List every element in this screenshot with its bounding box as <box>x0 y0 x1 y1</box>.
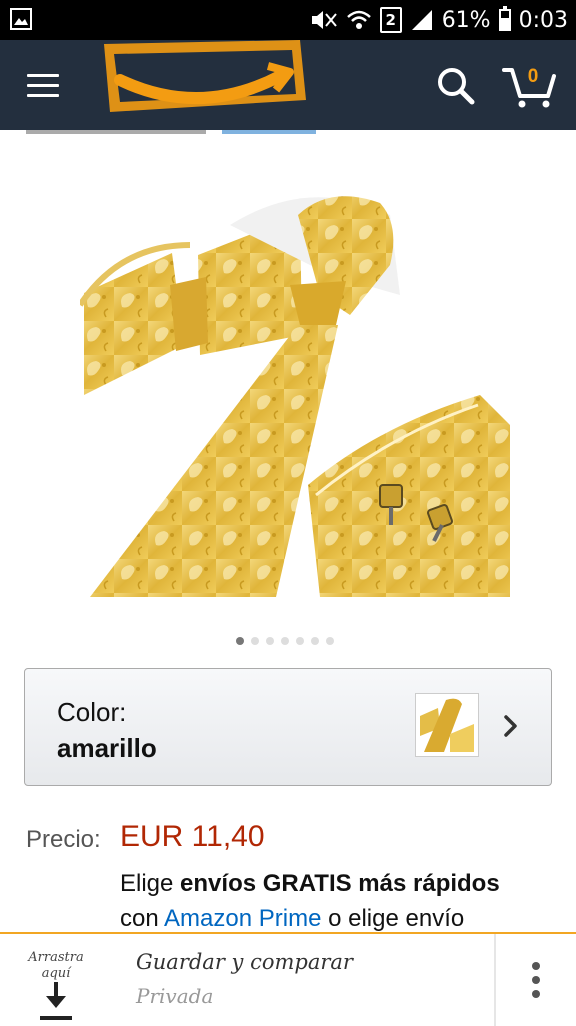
shipping-highlight: envíos GRATIS más rápidos <box>180 870 500 897</box>
drag-handle[interactable]: Arrastra aquí <box>0 934 112 1026</box>
drag-label: Arrastra aquí <box>28 950 84 981</box>
save-compare-title[interactable]: Guardar y comparar <box>136 950 353 974</box>
price-value: EUR 11,40 <box>120 820 265 853</box>
carousel-dot[interactable] <box>251 637 259 645</box>
cart-button[interactable]: 0 <box>500 62 560 110</box>
menu-button[interactable] <box>24 68 64 102</box>
search-button[interactable] <box>434 64 478 108</box>
battery-icon <box>498 6 511 31</box>
color-value: amarillo <box>57 733 157 763</box>
product-image[interactable] <box>80 185 510 597</box>
battery-percent: 61% <box>441 7 491 33</box>
carousel-dot[interactable] <box>266 637 274 645</box>
carousel-dot[interactable] <box>311 637 319 645</box>
scrolled-text-remnant <box>26 130 316 134</box>
app-header: 0 <box>0 40 576 130</box>
amazon-logo[interactable] <box>100 40 310 130</box>
price-label: Precio: <box>26 826 101 853</box>
carousel-dot[interactable] <box>296 637 304 645</box>
shipping-text: o elige envío <box>321 905 465 932</box>
color-label: Color: <box>57 697 127 727</box>
color-selector[interactable]: Color: amarillo <box>24 668 552 786</box>
signal-icon <box>411 10 432 30</box>
search-icon <box>438 68 475 105</box>
wifi-icon <box>346 10 371 29</box>
gallery-notification-icon <box>10 8 32 30</box>
shipping-text: Elige <box>120 870 181 897</box>
more-vertical-icon <box>532 962 540 970</box>
carousel-dot[interactable] <box>281 637 289 645</box>
chevron-right-icon <box>504 715 517 737</box>
carousel-indicator[interactable] <box>236 637 334 645</box>
hamburger-icon <box>27 74 59 77</box>
shipping-text: con <box>120 905 165 932</box>
divider <box>494 934 496 1026</box>
carousel-dot[interactable] <box>326 637 334 645</box>
cart-count: 0 <box>527 66 539 87</box>
save-compare-bar: Arrastra aquí Guardar y comparar Privada <box>0 932 576 1026</box>
carousel-dot[interactable] <box>236 637 244 645</box>
mute-icon <box>311 11 337 29</box>
status-bar: 2 61% 0:03 <box>0 0 576 40</box>
amazon-prime-link[interactable]: Amazon Prime <box>164 905 321 932</box>
color-swatch-thumbnail <box>415 693 479 757</box>
pocket-square <box>308 395 510 597</box>
save-compare-subtitle: Privada <box>136 984 214 1008</box>
more-options-button[interactable] <box>516 954 556 1006</box>
shipping-info: Elige envíos GRATIS más rápidos con Amaz… <box>120 866 540 936</box>
download-arrow-icon <box>40 982 72 1020</box>
clock: 0:03 <box>518 7 568 33</box>
sim-slot-icon: 2 <box>379 7 402 33</box>
status-icons: 2 61% 0:03 <box>308 6 568 34</box>
